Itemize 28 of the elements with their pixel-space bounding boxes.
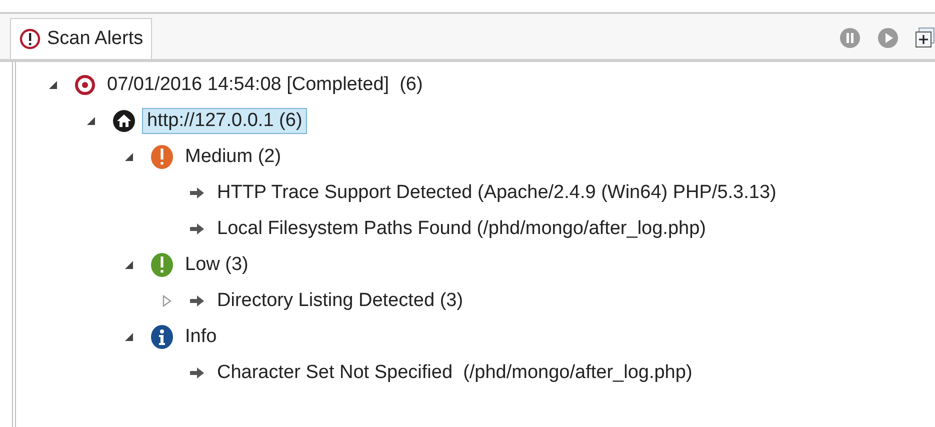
tab-label: Scan Alerts <box>47 28 144 50</box>
tree-item[interactable]: Character Set Not Specified (/phd/mongo/after_log.php) <box>212 360 698 386</box>
tree-item[interactable]: Directory Listing Detected (3) <box>212 288 468 314</box>
arrow-icon <box>188 366 206 380</box>
collapse-triangle-icon[interactable] <box>86 116 96 126</box>
tree-item[interactable]: HTTP Trace Support Detected (Apache/2.4.9 (Win64) PHP/5.3.13) <box>212 180 782 206</box>
expand-all-icon[interactable] <box>915 27 935 49</box>
collapse-triangle-icon[interactable] <box>48 80 58 90</box>
tree-item[interactable]: Medium (2) <box>180 144 286 170</box>
tree-item[interactable]: Info <box>180 324 222 350</box>
expand-triangle-icon[interactable] <box>162 295 172 307</box>
collapse-triangle-icon[interactable] <box>124 332 134 342</box>
house-icon <box>112 109 136 133</box>
panel-tab[interactable]: Scan Alerts <box>10 18 152 59</box>
arrow-icon <box>188 222 206 236</box>
tree-item[interactable]: Local Filesystem Paths Found (/phd/mongo/after_log.php) <box>212 216 711 242</box>
exclamation-icon <box>150 252 174 278</box>
alert-icon <box>19 28 41 50</box>
collapse-triangle-icon[interactable] <box>124 260 134 270</box>
tree-item[interactable]: 07/01/2016 14:54:08 [Completed] (6) <box>102 72 428 98</box>
info-icon <box>150 324 174 350</box>
tree-item[interactable]: http://127.0.0.1 (6) <box>142 108 308 134</box>
exclamation-icon <box>150 144 174 170</box>
collapse-triangle-icon[interactable] <box>124 152 134 162</box>
tree-item[interactable]: Low (3) <box>180 252 254 278</box>
target-icon <box>74 74 96 96</box>
arrow-icon <box>188 186 206 200</box>
arrow-icon <box>188 294 206 308</box>
